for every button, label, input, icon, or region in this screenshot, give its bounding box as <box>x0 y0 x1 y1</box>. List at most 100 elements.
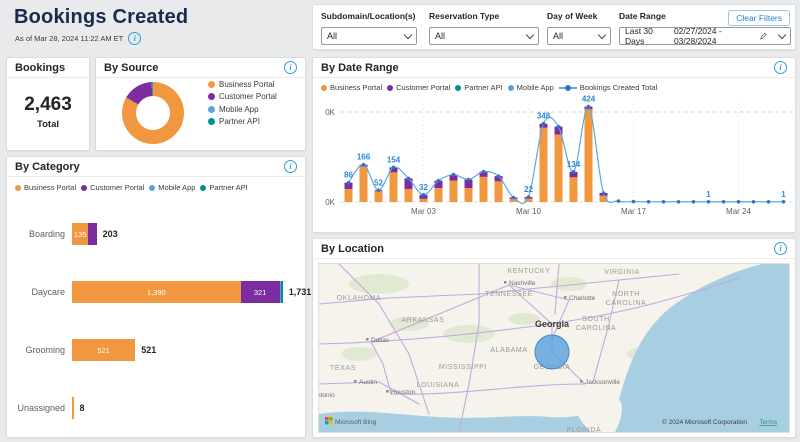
legend-item[interactable]: Customer Portal <box>81 183 144 192</box>
category-bar[interactable]: 1,390 321 1,731 <box>72 281 311 303</box>
legend-label: Mobile App <box>158 183 196 192</box>
legend-item[interactable]: Business Portal <box>15 183 76 192</box>
bar-segment[interactable] <box>88 223 97 245</box>
reservation-type-dropdown[interactable]: All <box>429 27 539 45</box>
svg-text:22: 22 <box>524 185 533 194</box>
svg-text:Mar 17: Mar 17 <box>621 207 646 216</box>
by-location-card: By Location i OKLAHOMA ARKANSAS TENNESSEE K… <box>312 238 796 438</box>
page-title: Bookings Created <box>14 6 189 28</box>
info-icon[interactable]: i <box>284 61 297 74</box>
info-icon[interactable]: i <box>128 32 142 45</box>
bar-total-label: 203 <box>102 229 118 239</box>
filter-label-day-of-week: Day of Week <box>547 11 598 21</box>
chevron-down-icon <box>597 30 607 39</box>
map-state-label: LOUISIANA <box>417 382 460 389</box>
location-map[interactable]: OKLAHOMA ARKANSAS TENNESSEE KENTUCKY VIRGINI… <box>318 263 790 433</box>
bar-segment[interactable]: 521 <box>72 339 136 361</box>
subdomain-value: All <box>327 31 338 41</box>
legend-dot <box>507 84 514 91</box>
legend-item[interactable]: Business Portal <box>208 80 277 89</box>
chevron-down-icon <box>525 30 535 39</box>
category-bar-chart[interactable]: Boarding 135 203 Daycare 1,390 321 1,731 Groomi… <box>7 205 311 437</box>
svg-text:0K: 0K <box>325 198 335 207</box>
map-city-label: Nashville <box>509 280 536 287</box>
category-bar[interactable]: 8 <box>72 397 85 419</box>
svg-text:Mar 24: Mar 24 <box>726 207 751 216</box>
legend-label: Partner API <box>464 83 503 92</box>
map-canvas[interactable]: OKLAHOMA ARKANSAS TENNESSEE KENTUCKY VIRGINI… <box>319 264 789 432</box>
map-state-label: CAROLINA <box>606 300 647 307</box>
map-attribution: © 2024 Microsoft Corporation <box>662 418 747 426</box>
by-source-title: By Source <box>104 61 159 74</box>
map-state-label: NORTH <box>612 291 640 298</box>
bookings-card-title: Bookings <box>15 61 66 74</box>
info-icon[interactable]: i <box>284 160 297 173</box>
legend-dot <box>208 118 215 125</box>
category-bar[interactable]: 521 521 <box>72 339 156 361</box>
by-location-title: By Location <box>321 242 384 255</box>
legend-dot <box>208 80 215 88</box>
day-of-week-dropdown[interactable]: All <box>547 27 611 45</box>
legend-dot <box>455 84 462 91</box>
donut-hole <box>136 96 170 130</box>
info-icon[interactable]: i <box>774 61 787 74</box>
legend-label: Business Portal <box>330 83 383 92</box>
bar-segment[interactable] <box>72 397 74 419</box>
legend-item[interactable]: Business Portal <box>321 83 382 92</box>
map-state-label: CAROLINA <box>576 325 617 332</box>
category-bar[interactable]: 135 203 <box>72 223 118 245</box>
bookings-card: Bookings 2,463 Total <box>6 57 90 151</box>
legend-item[interactable]: Customer Portal <box>208 92 277 101</box>
bar-segment[interactable]: 321 <box>240 281 280 303</box>
georgia-bubble[interactable] <box>534 334 570 370</box>
svg-text:134: 134 <box>567 160 581 169</box>
svg-text:Mar 03: Mar 03 <box>411 207 436 216</box>
info-icon[interactable]: i <box>774 242 787 255</box>
legend-item-total-line[interactable]: Bookings Created Total <box>558 83 657 92</box>
date-range-combo-chart[interactable]: Mar 03 Mar 10 Mar 17 Mar 24 0K 0K 86 166 52 154 32… <box>313 92 797 230</box>
date-range-dropdown[interactable]: Last 30 Days 02/27/2024 - 03/28/2024 <box>619 26 791 46</box>
map-city-label: Dallas <box>371 337 390 344</box>
map-city-label: Houston <box>391 389 416 396</box>
svg-text:166: 166 <box>357 153 371 162</box>
date-range-legend: Business Portal Customer Portal Partner AP… <box>313 78 795 92</box>
day-of-week-value: All <box>553 31 564 41</box>
legend-item[interactable]: Mobile App <box>149 183 195 192</box>
source-donut-chart[interactable] <box>122 82 184 144</box>
bar-segment[interactable] <box>281 281 283 303</box>
bar-total-label: 8 <box>79 403 85 413</box>
category-row: Unassigned 8 <box>7 379 305 437</box>
bookings-total-value: 2,463 <box>24 94 72 115</box>
terms-link[interactable]: Terms <box>759 419 777 426</box>
georgia-label: Georgia <box>535 319 570 329</box>
category-row: Boarding 135 203 <box>7 205 305 263</box>
legend-item[interactable]: Mobile App <box>507 83 554 92</box>
map-state-label: ALABAMA <box>490 347 527 354</box>
map-state-label: VIRGINIA <box>604 269 640 276</box>
svg-text:348: 348 <box>537 112 551 121</box>
legend-label: Customer Portal <box>219 92 277 101</box>
category-label: Unassigned <box>17 403 65 413</box>
subdomain-dropdown[interactable]: All <box>321 27 417 45</box>
bar-segment[interactable]: 1,390 <box>72 281 241 303</box>
bar-total-label: 1,731 <box>288 287 312 297</box>
legend-item[interactable]: Partner API <box>455 83 503 92</box>
legend-dot <box>387 84 394 91</box>
category-legend: Business Portal Customer Portal Mobile App… <box>7 177 305 192</box>
pencil-icon[interactable] <box>760 32 767 40</box>
svg-text:32: 32 <box>419 183 428 192</box>
svg-text:1: 1 <box>781 190 786 199</box>
svg-text:1: 1 <box>706 190 711 199</box>
date-range-value: 02/27/2024 - 03/28/2024 <box>673 26 722 46</box>
legend-item[interactable]: Customer Portal <box>387 83 450 92</box>
svg-text:Mar 10: Mar 10 <box>516 207 541 216</box>
legend-item[interactable]: Partner API <box>208 117 277 126</box>
legend-item[interactable]: Partner API <box>200 183 248 192</box>
legend-item[interactable]: Mobile App <box>208 105 277 114</box>
by-category-card: By Category i Business Portal Customer Po… <box>6 156 311 438</box>
map-state-label: SOUTH <box>582 316 610 323</box>
category-label: Daycare <box>31 287 65 297</box>
bar-segment[interactable]: 135 <box>72 223 89 245</box>
bing-logo[interactable]: Microsoft Bing <box>335 419 377 426</box>
clear-filters-button[interactable]: Clear Filters <box>728 10 790 26</box>
